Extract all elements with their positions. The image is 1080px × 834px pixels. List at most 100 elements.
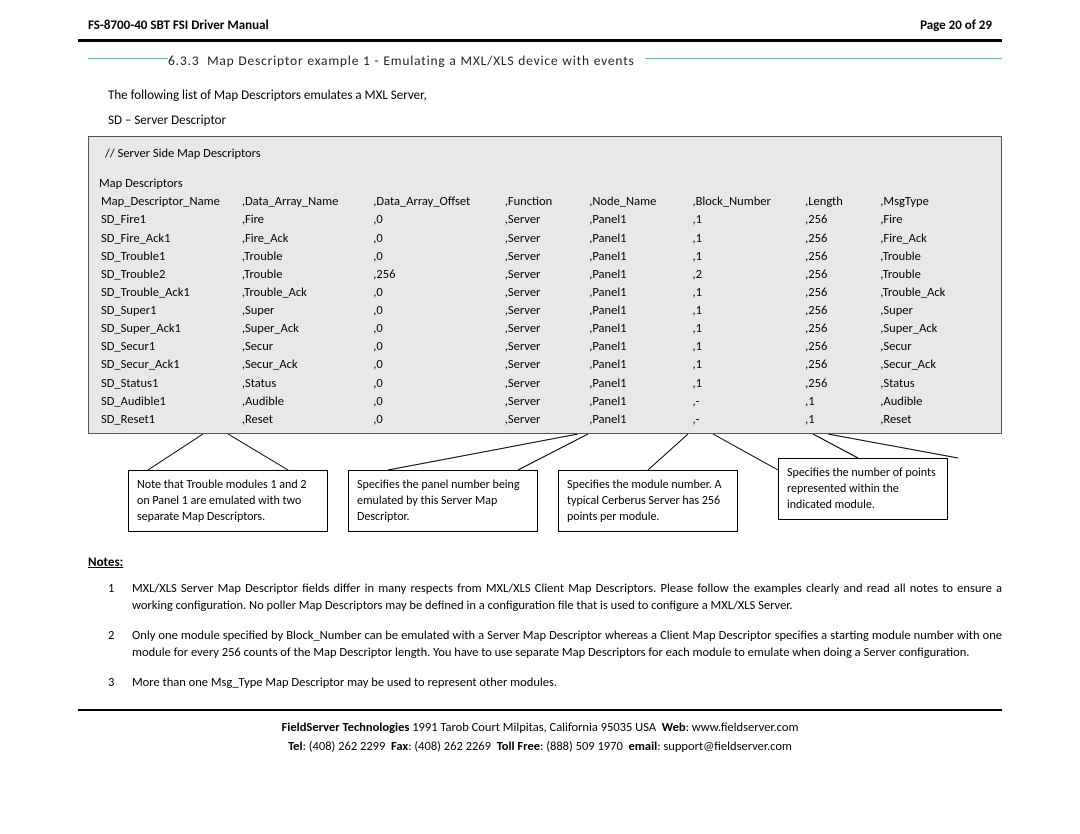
doc-title: FS-8700-40 SBT FSI Driver Manual	[88, 18, 269, 33]
table-cell: ,0	[371, 393, 502, 411]
table-cell: ,Secur	[240, 338, 371, 356]
table-cell: ,Server	[503, 248, 587, 266]
table-cell: SD_Trouble_Ack1	[99, 284, 240, 302]
table-cell: ,256	[803, 375, 878, 393]
table-cell: ,Panel1	[587, 356, 690, 374]
table-cell: ,Server	[503, 338, 587, 356]
table-cell: SD_Audible1	[99, 393, 240, 411]
callout-module: Specifies the module number. A typical C…	[558, 470, 738, 533]
table-cell: ,Panel1	[587, 302, 690, 320]
footer: FieldServer Technologies 1991 Tarob Cour…	[28, 719, 1052, 765]
table-cell: ,Trouble	[240, 266, 371, 284]
table-cell: ,Panel1	[587, 411, 690, 429]
table-cell: ,256	[803, 230, 878, 248]
note-item: 3More than one Msg_Type Map Descriptor m…	[108, 674, 1002, 692]
table-cell: ,-	[691, 393, 804, 411]
notes-list: 1MXL/XLS Server Map Descriptor fields di…	[108, 580, 1002, 692]
table-cell: ,0	[371, 375, 502, 393]
table-cell: ,Panel1	[587, 338, 690, 356]
table-cell: ,Server	[503, 266, 587, 284]
intro-text: The following list of Map Descriptors em…	[108, 88, 1052, 103]
table-cell: ,Panel1	[587, 375, 690, 393]
table-cell: ,Secur_Ack	[878, 356, 991, 374]
table-cell: ,0	[371, 284, 502, 302]
table-cell: ,Server	[503, 302, 587, 320]
table-cell: ,1	[691, 356, 804, 374]
table-cell: SD_Trouble2	[99, 266, 240, 284]
table-cell: ,Super	[240, 302, 371, 320]
table-header-cell: ,Function	[503, 193, 587, 211]
table-row: SD_Fire_Ack1,Fire_Ack,0,Server,Panel1,1,…	[99, 230, 991, 248]
table-cell: SD_Status1	[99, 375, 240, 393]
section-heading: 6.3.3 Map Descriptor example 1 - Emulati…	[168, 52, 645, 69]
table-cell: ,256	[803, 356, 878, 374]
table-cell: ,1	[691, 284, 804, 302]
table-row: SD_Fire1,Fire,0,Server,Panel1,1,256,Fire	[99, 211, 991, 229]
table-cell: ,2	[691, 266, 804, 284]
table-cell: ,1	[691, 302, 804, 320]
code-comment: // Server Side Map Descriptors	[99, 145, 991, 175]
table-cell: ,0	[371, 248, 502, 266]
table-cell: ,0	[371, 230, 502, 248]
table-row: SD_Trouble_Ack1,Trouble_Ack,0,Server,Pan…	[99, 284, 991, 302]
table-cell: ,Fire_Ack	[878, 230, 991, 248]
header-rule	[78, 39, 1002, 42]
table-cell: ,Server	[503, 393, 587, 411]
page-number: Page 20 of 29	[920, 18, 992, 33]
table-cell: ,256	[803, 338, 878, 356]
table-cell: ,Panel1	[587, 320, 690, 338]
table-row: SD_Reset1,Reset,0,Server,Panel1,-,1,Rese…	[99, 411, 991, 429]
table-cell: ,0	[371, 411, 502, 429]
table-cell: ,Fire	[878, 211, 991, 229]
table-row: SD_Super1,Super,0,Server,Panel1,1,256,Su…	[99, 302, 991, 320]
table-cell: ,256	[803, 248, 878, 266]
table-cell: SD_Secur1	[99, 338, 240, 356]
code-subheading: Map Descriptors	[99, 175, 991, 193]
callout-trouble: Note that Trouble modules 1 and 2 on Pan…	[128, 470, 328, 533]
table-cell: ,Panel1	[587, 248, 690, 266]
sd-definition: SD – Server Descriptor	[108, 113, 1052, 128]
table-cell: SD_Secur_Ack1	[99, 356, 240, 374]
table-cell: ,Super	[878, 302, 991, 320]
table-row: SD_Secur1,Secur,0,Server,Panel1,1,256,Se…	[99, 338, 991, 356]
table-header-cell: Map_Descriptor_Name	[99, 193, 240, 211]
table-cell: ,Panel1	[587, 266, 690, 284]
table-cell: SD_Reset1	[99, 411, 240, 429]
table-cell: SD_Trouble1	[99, 248, 240, 266]
table-cell: ,1	[691, 211, 804, 229]
table-cell: ,256	[803, 320, 878, 338]
table-cell: ,Audible	[240, 393, 371, 411]
table-cell: ,Panel1	[587, 393, 690, 411]
table-cell: ,Reset	[240, 411, 371, 429]
table-cell: ,Panel1	[587, 211, 690, 229]
table-cell: ,1	[691, 375, 804, 393]
table-cell: ,1	[691, 230, 804, 248]
table-cell: ,Server	[503, 411, 587, 429]
table-cell: ,256	[803, 302, 878, 320]
table-cell: ,Trouble	[240, 248, 371, 266]
table-cell: ,Super_Ack	[878, 320, 991, 338]
table-row: SD_Audible1,Audible,0,Server,Panel1,-,1,…	[99, 393, 991, 411]
table-cell: ,0	[371, 211, 502, 229]
table-cell: ,1	[691, 338, 804, 356]
table-header-cell: ,Data_Array_Offset	[371, 193, 502, 211]
table-cell: ,Secur	[878, 338, 991, 356]
table-cell: ,1	[691, 248, 804, 266]
table-cell: ,Trouble_Ack	[878, 284, 991, 302]
callout-points: Specifies the number of points represent…	[778, 458, 948, 521]
table-cell: ,Reset	[878, 411, 991, 429]
callout-panel: Specifies the panel number being emulate…	[348, 470, 538, 533]
table-cell: ,0	[371, 338, 502, 356]
table-header-cell: ,Block_Number	[691, 193, 804, 211]
callout-area: Note that Trouble modules 1 and 2 on Pan…	[88, 434, 1002, 549]
table-cell: ,Server	[503, 211, 587, 229]
table-cell: ,Fire	[240, 211, 371, 229]
table-cell: ,Server	[503, 320, 587, 338]
table-cell: ,1	[803, 393, 878, 411]
table-cell: ,Server	[503, 375, 587, 393]
table-header-cell: ,Node_Name	[587, 193, 690, 211]
table-cell: ,256	[803, 266, 878, 284]
table-cell: ,0	[371, 320, 502, 338]
table-cell: ,Fire_Ack	[240, 230, 371, 248]
table-row: SD_Secur_Ack1,Secur_Ack,0,Server,Panel1,…	[99, 356, 991, 374]
